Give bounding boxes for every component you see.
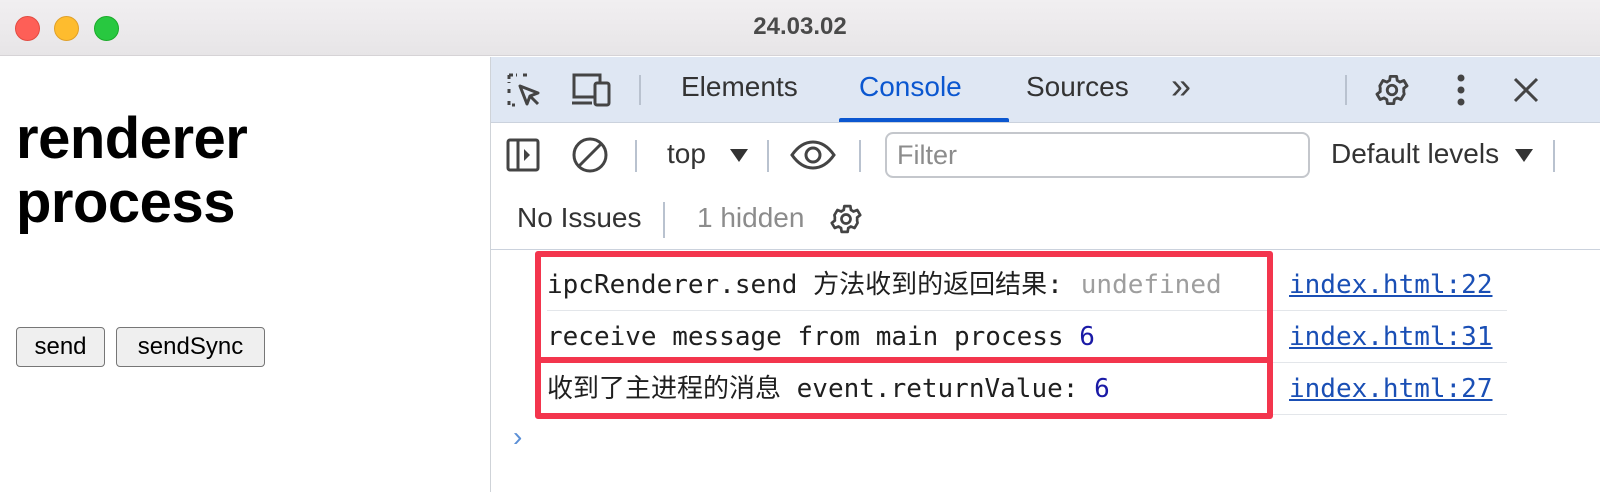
live-expression-eye-icon[interactable] xyxy=(789,134,837,176)
annotation-highlight-box xyxy=(535,251,1273,363)
device-toolbar-icon[interactable] xyxy=(569,69,615,111)
send-button[interactable]: send xyxy=(16,327,105,367)
toolbar-divider xyxy=(767,140,769,172)
more-tabs-icon[interactable]: » xyxy=(1171,65,1191,107)
toolbar-divider xyxy=(859,140,861,172)
tab-sources[interactable]: Sources xyxy=(1026,71,1129,103)
app-window: 24.03.02 renderer process send sendSync xyxy=(0,0,1600,492)
context-selector-label: top xyxy=(667,138,706,169)
console-settings-gear-icon[interactable] xyxy=(825,198,867,240)
console-message-source-link[interactable]: index.html:31 xyxy=(1289,311,1493,363)
console-output: ipcRenderer.send 方法收到的返回结果: undefined ind… xyxy=(491,251,1600,492)
log-levels-dropdown[interactable]: Default levels xyxy=(1331,138,1533,170)
context-selector[interactable]: top xyxy=(667,138,748,170)
log-levels-label: Default levels xyxy=(1331,138,1500,169)
send-sync-button[interactable]: sendSync xyxy=(116,327,265,367)
inspect-element-icon[interactable] xyxy=(503,69,545,111)
toolbar-divider xyxy=(663,202,665,238)
close-devtools-icon[interactable] xyxy=(1505,69,1547,111)
toolbar-divider xyxy=(639,75,641,105)
more-options-icon[interactable] xyxy=(1441,69,1481,111)
tab-console[interactable]: Console xyxy=(859,71,962,103)
devtools-tab-bar: Elements Console Sources » xyxy=(491,57,1600,123)
title-bar: 24.03.02 xyxy=(0,0,1600,56)
toolbar-divider xyxy=(1345,75,1347,105)
hidden-messages-count: 1 hidden xyxy=(697,202,805,233)
annotation-highlight-box xyxy=(535,357,1273,419)
devtools-panel: Elements Console Sources » top Filter De… xyxy=(490,57,1600,492)
console-toolbar: top Default levels xyxy=(491,124,1600,188)
issues-status[interactable]: No Issues xyxy=(517,202,642,234)
issues-bar: No Issues 1 hidden xyxy=(491,188,1600,250)
settings-gear-icon[interactable] xyxy=(1371,69,1413,111)
console-prompt-icon[interactable]: › xyxy=(513,421,522,453)
dropdown-arrow-icon xyxy=(729,149,748,163)
console-message-source-link[interactable]: index.html:22 xyxy=(1289,259,1493,311)
renderer-page: renderer process send sendSync xyxy=(0,57,490,492)
tab-elements[interactable]: Elements xyxy=(681,71,798,103)
console-message-source-link[interactable]: index.html:27 xyxy=(1289,363,1493,415)
page-heading: renderer process xyxy=(16,106,248,235)
dropdown-arrow-icon xyxy=(1514,149,1533,163)
toolbar-divider xyxy=(1553,140,1555,172)
active-tab-indicator xyxy=(839,118,1009,122)
sidebar-toggle-icon[interactable] xyxy=(503,134,543,176)
toolbar-divider xyxy=(635,140,637,172)
clear-console-icon[interactable] xyxy=(569,134,611,176)
filter-input[interactable] xyxy=(885,132,1310,178)
window-title: 24.03.02 xyxy=(753,13,847,40)
